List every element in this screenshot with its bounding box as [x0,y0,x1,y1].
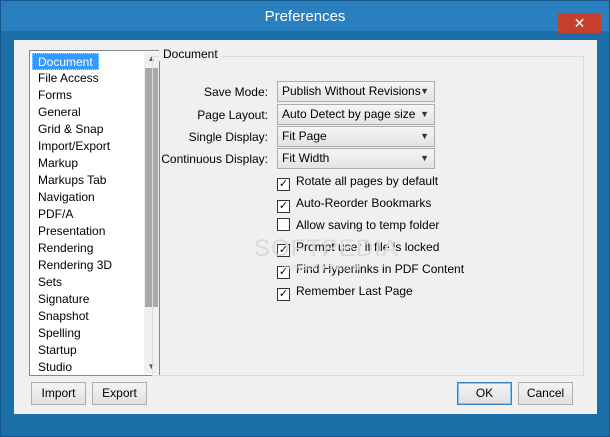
checkbox-checked-icon[interactable]: ✓ [277,178,290,191]
checkbox-checked-icon[interactable]: ✓ [277,200,290,213]
checkbox-option[interactable]: ✓ Auto-Reorder Bookmarks [277,196,432,213]
field-label: Save Mode: [203,85,268,99]
field-label: Page Layout: [197,108,268,122]
checkbox-label: Rotate all pages by default [296,174,439,188]
sidebar-item-sets[interactable]: Sets [32,274,68,291]
close-button[interactable]: ✕ [558,13,601,33]
dropdown-select[interactable]: Publish Without Revisions ▼ [277,81,435,102]
preferences-window: Preferences ✕ Document File Access Forms Ge… [0,0,610,437]
sidebar-item-signature[interactable]: Signature [32,291,95,308]
sidebar-item-markups-tab[interactable]: Markups Tab [32,172,112,189]
export-button[interactable]: Export [92,382,147,405]
sidebar-item-rendering[interactable]: Rendering [32,240,99,257]
sidebar-item-studio[interactable]: Studio [32,359,78,376]
sidebar-item-document[interactable]: Document [32,53,99,70]
checkbox-label: Allow saving to temp folder [296,218,440,232]
checkbox-unchecked-icon[interactable] [277,218,290,231]
import-button[interactable]: Import [31,382,86,405]
sidebar-item-file-access[interactable]: File Access [32,70,105,87]
chevron-down-icon: ▼ [420,86,429,96]
dropdown-select[interactable]: Fit Width ▼ [277,148,435,169]
sidebar-item-snapshot[interactable]: Snapshot [32,308,95,325]
checkbox-label: Auto-Reorder Bookmarks [296,196,432,210]
sidebar-item-import-export[interactable]: Import/Export [32,138,116,155]
checkbox-checked-icon[interactable]: ✓ [277,288,290,301]
cancel-button[interactable]: Cancel [518,382,573,405]
window-title: Preferences [264,8,346,25]
sidebar-item-navigation[interactable]: Navigation [32,189,101,206]
checkbox-option[interactable]: Allow saving to temp folder [277,218,439,234]
sidebar-item-general[interactable]: General [32,104,87,121]
dropdown-value: Auto Detect by page size [282,107,416,121]
checkbox-option[interactable]: ✓ Remember Last Page [277,284,413,301]
close-icon: ✕ [573,15,586,31]
field-label: Single Display: [188,130,268,144]
dropdown-value: Publish Without Revisions [282,84,421,98]
watermark-url: www.softpedia.com [282,262,360,272]
checkbox-label: Remember Last Page [296,284,413,298]
group-title: Document [159,47,222,61]
sidebar-item-pdf-a[interactable]: PDF/A [32,206,79,223]
field-label: Continuous Display: [161,152,268,166]
sidebar-item-grid-snap[interactable]: Grid & Snap [32,121,109,138]
dropdown-select[interactable]: Auto Detect by page size ▼ [277,104,435,125]
sidebar-item-rendering-3d[interactable]: Rendering 3D [32,257,118,274]
title-bar[interactable]: Preferences [1,1,609,31]
dialog-client-area: Document File Access Forms General Grid & Sn… [14,40,597,414]
chevron-down-icon: ▼ [420,153,429,163]
ok-button[interactable]: OK [457,382,512,405]
watermark-logo: SOFTPEDIA [254,235,400,262]
sidebar-item-spelling[interactable]: Spelling [32,325,87,342]
dropdown-select[interactable]: Fit Page ▼ [277,126,435,147]
dropdown-value: Fit Page [282,129,327,143]
checkbox-option[interactable]: ✓ Rotate all pages by default [277,174,439,191]
dropdown-value: Fit Width [282,151,330,165]
chevron-down-icon: ▼ [420,109,429,119]
sidebar-item-forms[interactable]: Forms [32,87,78,104]
sidebar-item-presentation[interactable]: Presentation [32,223,111,240]
sidebar-item-startup[interactable]: Startup [32,342,83,359]
chevron-down-icon: ▼ [420,131,429,141]
sidebar-item-markup[interactable]: Markup [32,155,84,172]
